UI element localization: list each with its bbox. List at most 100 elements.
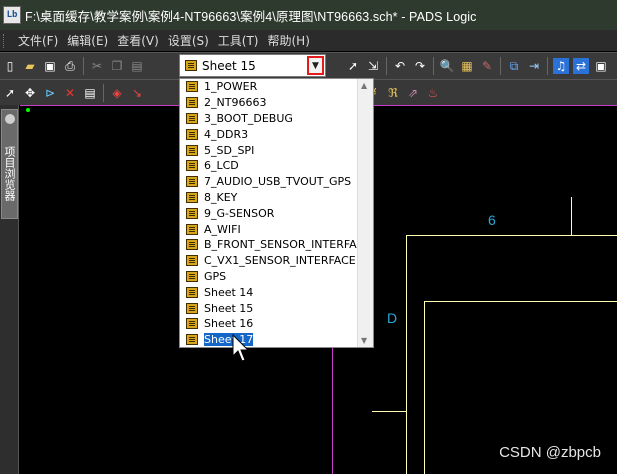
sheet-icon bbox=[186, 207, 198, 219]
sheet-options: 1_POWER 2_NT96663 3_BOOT_DEBUG 4_DDR3 5_… bbox=[180, 79, 371, 348]
properties-icon[interactable]: ▦ bbox=[459, 58, 475, 74]
add-connection-icon[interactable]: ↘ bbox=[129, 85, 145, 101]
menu-file[interactable]: 文件(F) bbox=[18, 32, 58, 49]
sheet-icon bbox=[186, 255, 198, 267]
toolbar-separator bbox=[83, 57, 84, 75]
sheet-icon bbox=[185, 60, 197, 71]
sheet-option-label: 7_AUDIO_USB_TVOUT_GPS bbox=[204, 175, 352, 189]
sheet-option[interactable]: 6_LCD bbox=[180, 158, 358, 174]
paste-icon[interactable]: ▤ bbox=[129, 58, 145, 74]
sheet-dropdown-list[interactable]: 1_POWER 2_NT96663 3_BOOT_DEBUG 4_DDR3 5_… bbox=[179, 78, 374, 348]
toolbar-separator bbox=[500, 57, 501, 75]
project-explorer-tab[interactable]: 项目浏览器 bbox=[1, 109, 18, 219]
zone-divider-vertical bbox=[571, 197, 572, 235]
menu-setup[interactable]: 设置(S) bbox=[168, 32, 209, 49]
sheet-option-label: GPS bbox=[204, 269, 227, 283]
sheet-icon bbox=[186, 239, 198, 251]
window-title: F:\桌面缓存\教学案例\案例4-NT96663\案例4\原理图\NT96663… bbox=[25, 9, 477, 24]
delete-icon[interactable]: ✕ bbox=[62, 85, 78, 101]
scroll-up-icon[interactable]: ▲ bbox=[361, 81, 367, 90]
menu-view[interactable]: 查看(V) bbox=[117, 32, 159, 49]
tool-d-icon[interactable]: ♨ bbox=[425, 85, 441, 101]
more-toolbar-icon[interactable]: ▣ bbox=[593, 58, 609, 74]
scroll-down-icon[interactable]: ▼ bbox=[361, 336, 367, 345]
pads-logic-app-icon[interactable]: Lb bbox=[3, 6, 21, 24]
sheet-option-label: A_WIFI bbox=[204, 222, 241, 236]
sheet-option[interactable]: 4_DDR3 bbox=[180, 126, 358, 142]
sheet-option[interactable]: GPS bbox=[180, 269, 358, 285]
sheet-option[interactable]: 5_SD_SPI bbox=[180, 142, 358, 158]
frame-left-line bbox=[406, 235, 407, 474]
sheet-icon bbox=[186, 144, 198, 156]
sheet-select[interactable]: Sheet 15 ▼ bbox=[179, 54, 326, 77]
new-icon[interactable]: ▯ bbox=[2, 58, 18, 74]
open-icon[interactable]: ▰ bbox=[22, 58, 38, 74]
sheet-icon bbox=[186, 286, 198, 298]
redo-icon[interactable]: ↷ bbox=[412, 58, 428, 74]
frame-inner-line bbox=[424, 301, 617, 302]
edit-icon[interactable]: ▤ bbox=[82, 85, 98, 101]
menu-tools[interactable]: 工具(T) bbox=[218, 32, 259, 49]
sheet-icon bbox=[186, 318, 198, 330]
sheet-option-label: C_VX1_SENSOR_INTERFACE bbox=[204, 254, 356, 268]
mouse-cursor-icon bbox=[232, 334, 250, 362]
sheet-icon bbox=[186, 112, 198, 124]
sheet-option[interactable]: Sheet 15 bbox=[180, 300, 358, 316]
sheet-icon bbox=[186, 176, 198, 188]
copy-icon[interactable]: ❐ bbox=[109, 58, 125, 74]
design-toolbar-icon[interactable]: ♫ bbox=[553, 58, 569, 74]
brush-icon[interactable]: ✎ bbox=[479, 58, 495, 74]
sheet-option-label: Sheet 14 bbox=[204, 285, 254, 299]
tool-b-icon[interactable]: ℜ bbox=[385, 85, 401, 101]
sheet-option[interactable]: Sheet 16 bbox=[180, 316, 358, 332]
sheet-option[interactable]: A_WIFI bbox=[180, 221, 358, 237]
sheet-select-value: Sheet 15 bbox=[202, 58, 256, 73]
cut-icon[interactable]: ✂ bbox=[89, 58, 105, 74]
toolbar-separator bbox=[103, 83, 104, 102]
sheet-option[interactable]: Sheet 14 bbox=[180, 284, 358, 300]
sheet-option[interactable]: C_VX1_SENSOR_INTERFACE bbox=[180, 253, 358, 269]
sheet-icon bbox=[186, 81, 198, 93]
toolbar-separator bbox=[433, 57, 434, 75]
print-icon[interactable]: ⎙ bbox=[62, 58, 78, 74]
pin-icon[interactable] bbox=[5, 114, 15, 124]
sheet-option[interactable]: B_FRONT_SENSOR_INTERFACE bbox=[180, 237, 371, 253]
sheet-option[interactable]: 7_AUDIO_USB_TVOUT_GPS bbox=[180, 174, 358, 190]
sheet-option-label: 5_SD_SPI bbox=[204, 143, 255, 157]
pointer-icon[interactable]: ➚ bbox=[2, 85, 18, 101]
select-filter-icon[interactable]: ⇲ bbox=[365, 58, 381, 74]
library-icon[interactable]: ⧉ bbox=[506, 58, 522, 74]
zoom-icon[interactable]: 🔍 bbox=[439, 58, 455, 74]
sheet-icon bbox=[186, 334, 198, 346]
sheet-option[interactable]: 3_BOOT_DEBUG bbox=[180, 111, 358, 127]
sheet-option[interactable]: 2_NT96663 bbox=[180, 95, 358, 111]
sheet-option-highlighted[interactable]: Sheet 17 bbox=[180, 332, 358, 348]
origin-marker bbox=[26, 108, 30, 112]
sheet-icon bbox=[186, 128, 198, 140]
menu-edit[interactable]: 编辑(E) bbox=[67, 32, 108, 49]
sheet-option[interactable]: 8_KEY bbox=[180, 190, 358, 206]
sheet-option[interactable]: 9_G-SENSOR bbox=[180, 205, 358, 221]
title-bar: Lb F:\桌面缓存\教学案例\案例4-NT96663\案例4\原理图\NT96… bbox=[0, 0, 617, 30]
tool-c-icon[interactable]: ⇗ bbox=[405, 85, 421, 101]
drag-icon[interactable]: ⊳ bbox=[42, 85, 58, 101]
chevron-down-icon[interactable]: ▼ bbox=[307, 56, 324, 75]
save-icon[interactable]: ▣ bbox=[42, 58, 58, 74]
sheet-option-label: 9_G-SENSOR bbox=[204, 206, 275, 220]
export-icon[interactable]: ⇥ bbox=[526, 58, 542, 74]
sheet-option-label: 3_BOOT_DEBUG bbox=[204, 111, 293, 125]
move-icon[interactable]: ✥ bbox=[22, 85, 38, 101]
connect-toolbar-icon[interactable]: ⇄ bbox=[573, 58, 589, 74]
menubar-grip-icon[interactable] bbox=[3, 33, 9, 48]
add-part-icon[interactable]: ◈ bbox=[109, 85, 125, 101]
dropdown-scrollbar[interactable]: ▲ ▼ bbox=[357, 79, 373, 347]
toolbar-separator bbox=[386, 57, 387, 75]
menu-help[interactable]: 帮助(H) bbox=[268, 32, 310, 49]
zone-row-label: D bbox=[387, 310, 398, 326]
sheet-icon bbox=[186, 97, 198, 109]
undo-icon[interactable]: ↶ bbox=[392, 58, 408, 74]
sheet-option[interactable]: 1_POWER bbox=[180, 79, 358, 95]
frame-top-line bbox=[406, 235, 617, 236]
select-mode-icon[interactable]: ➚ bbox=[345, 58, 361, 74]
menu-bar: 文件(F) 编辑(E) 查看(V) 设置(S) 工具(T) 帮助(H) bbox=[0, 30, 617, 51]
